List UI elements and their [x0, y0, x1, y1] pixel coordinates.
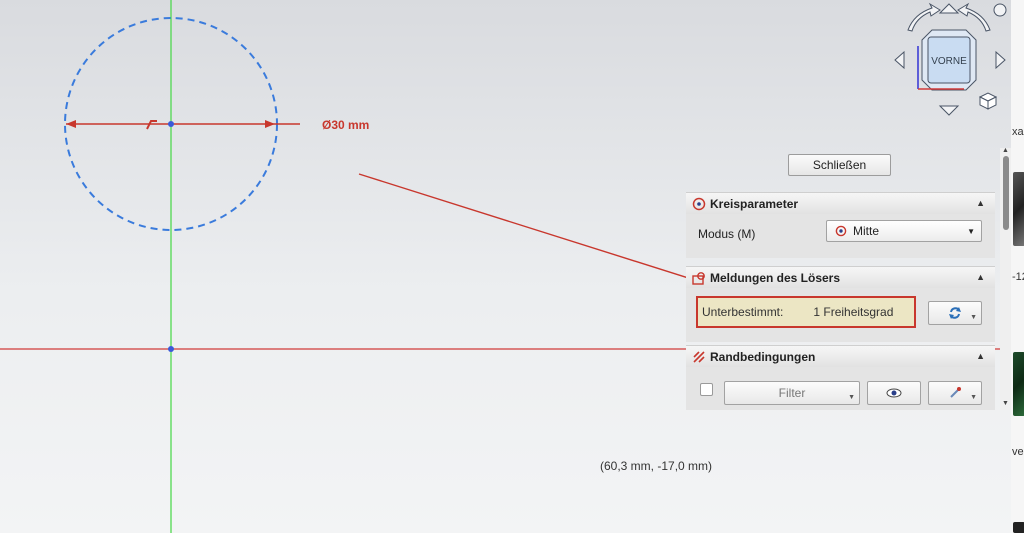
solver-messages-title: Meldungen des Lösers	[710, 270, 841, 285]
chevron-down-icon: ▼	[967, 227, 975, 236]
constraints-filter-checkbox[interactable]	[700, 383, 713, 396]
task-panel: Schließen Kreisparameter ▲ Modus (M) Mit…	[684, 148, 997, 410]
solver-message-icon	[691, 270, 707, 286]
collapse-icon[interactable]: ▲	[976, 351, 985, 361]
constraints-header[interactable]: Randbedingungen ▲	[686, 345, 995, 367]
chevron-down-icon: ▼	[848, 394, 855, 401]
constraints-icon	[691, 349, 707, 365]
edge-thumbnail-2	[1013, 352, 1024, 416]
navigation-cube[interactable]: VORNE	[884, 0, 1014, 120]
constraints-body: Filter ▼ ▼	[686, 367, 995, 410]
chevron-down-icon: ▼	[970, 394, 977, 401]
dimension-arrow-right	[265, 120, 275, 128]
rotate-right-icon[interactable]	[957, 2, 991, 32]
chevron-down-icon: ▼	[970, 314, 977, 321]
solver-messages-header[interactable]: Meldungen des Lösers ▲	[686, 266, 995, 288]
circle-parameter-icon	[691, 196, 707, 212]
circle-params-title: Kreisparameter	[710, 196, 799, 211]
view-right-arrow[interactable]	[995, 50, 1006, 70]
close-button[interactable]: Schließen	[788, 154, 891, 176]
rotate-left-icon[interactable]	[907, 2, 941, 32]
scroll-thumb[interactable]	[1003, 156, 1009, 230]
navcube-menu-button[interactable]	[993, 3, 1007, 17]
refresh-icon	[948, 306, 962, 320]
circle-center-point[interactable]	[168, 121, 174, 127]
edge-thumbnail-3	[1013, 522, 1024, 533]
solver-status-value: 1 Freiheitsgrad	[813, 305, 894, 319]
task-panel-scrollbar[interactable]: ▲ ▼	[1000, 147, 1011, 410]
view-left-arrow[interactable]	[894, 50, 905, 70]
filter-dropdown[interactable]: Filter ▼	[724, 381, 860, 405]
solver-status-label: Unterbestimmt:	[702, 305, 784, 319]
visibility-button[interactable]	[867, 381, 921, 405]
scroll-down-icon[interactable]: ▼	[1002, 400, 1009, 407]
circle-params-header[interactable]: Kreisparameter ▲	[686, 192, 995, 214]
3d-cube-icon[interactable]	[978, 92, 998, 110]
center-mode-icon	[835, 225, 847, 237]
dimension-label[interactable]: Ø30 mm	[322, 118, 369, 132]
view-up-arrow[interactable]	[938, 3, 960, 14]
collapse-icon[interactable]: ▲	[976, 272, 985, 282]
edge-text-3: ve	[1012, 446, 1024, 458]
constraint-settings-icon	[948, 386, 962, 400]
edge-text-1: xa	[1012, 126, 1024, 138]
edge-thumbnail-1	[1013, 172, 1024, 246]
solver-messages-body: Unterbestimmt: 1 Freiheitsgrad ▼	[686, 288, 995, 342]
cube-face-label: VORNE	[931, 56, 967, 67]
mode-select-value: Mitte	[853, 224, 880, 238]
dimension-mark-icon	[146, 120, 157, 130]
cursor-coordinates: (60,3 mm, -17,0 mm)	[600, 459, 713, 473]
circle-params-body: Modus (M) Mitte ▼	[686, 214, 995, 258]
dimension-arrow-left	[66, 120, 76, 128]
mode-label: Modus (M)	[698, 227, 756, 241]
refresh-button[interactable]: ▼	[928, 301, 982, 325]
constraint-settings-button[interactable]: ▼	[928, 381, 982, 405]
mode-select[interactable]: Mitte ▼	[826, 220, 982, 242]
eye-icon	[886, 387, 902, 399]
origin-point[interactable]	[168, 346, 174, 352]
filter-label: Filter	[778, 386, 806, 400]
collapse-icon[interactable]: ▲	[976, 198, 985, 208]
constraints-title: Randbedingungen	[710, 349, 816, 364]
3d-viewport[interactable]: Ø30 mm (60,3 mm, -17,0 mm) VORNE Schließ…	[0, 0, 1024, 533]
solver-status-box: Unterbestimmt: 1 Freiheitsgrad	[696, 296, 916, 328]
scroll-up-icon[interactable]: ▲	[1002, 147, 1009, 154]
edge-text-2: -12	[1012, 271, 1024, 283]
background-window-edge: xa -12 ve	[1011, 0, 1024, 533]
view-down-arrow[interactable]	[938, 105, 960, 116]
